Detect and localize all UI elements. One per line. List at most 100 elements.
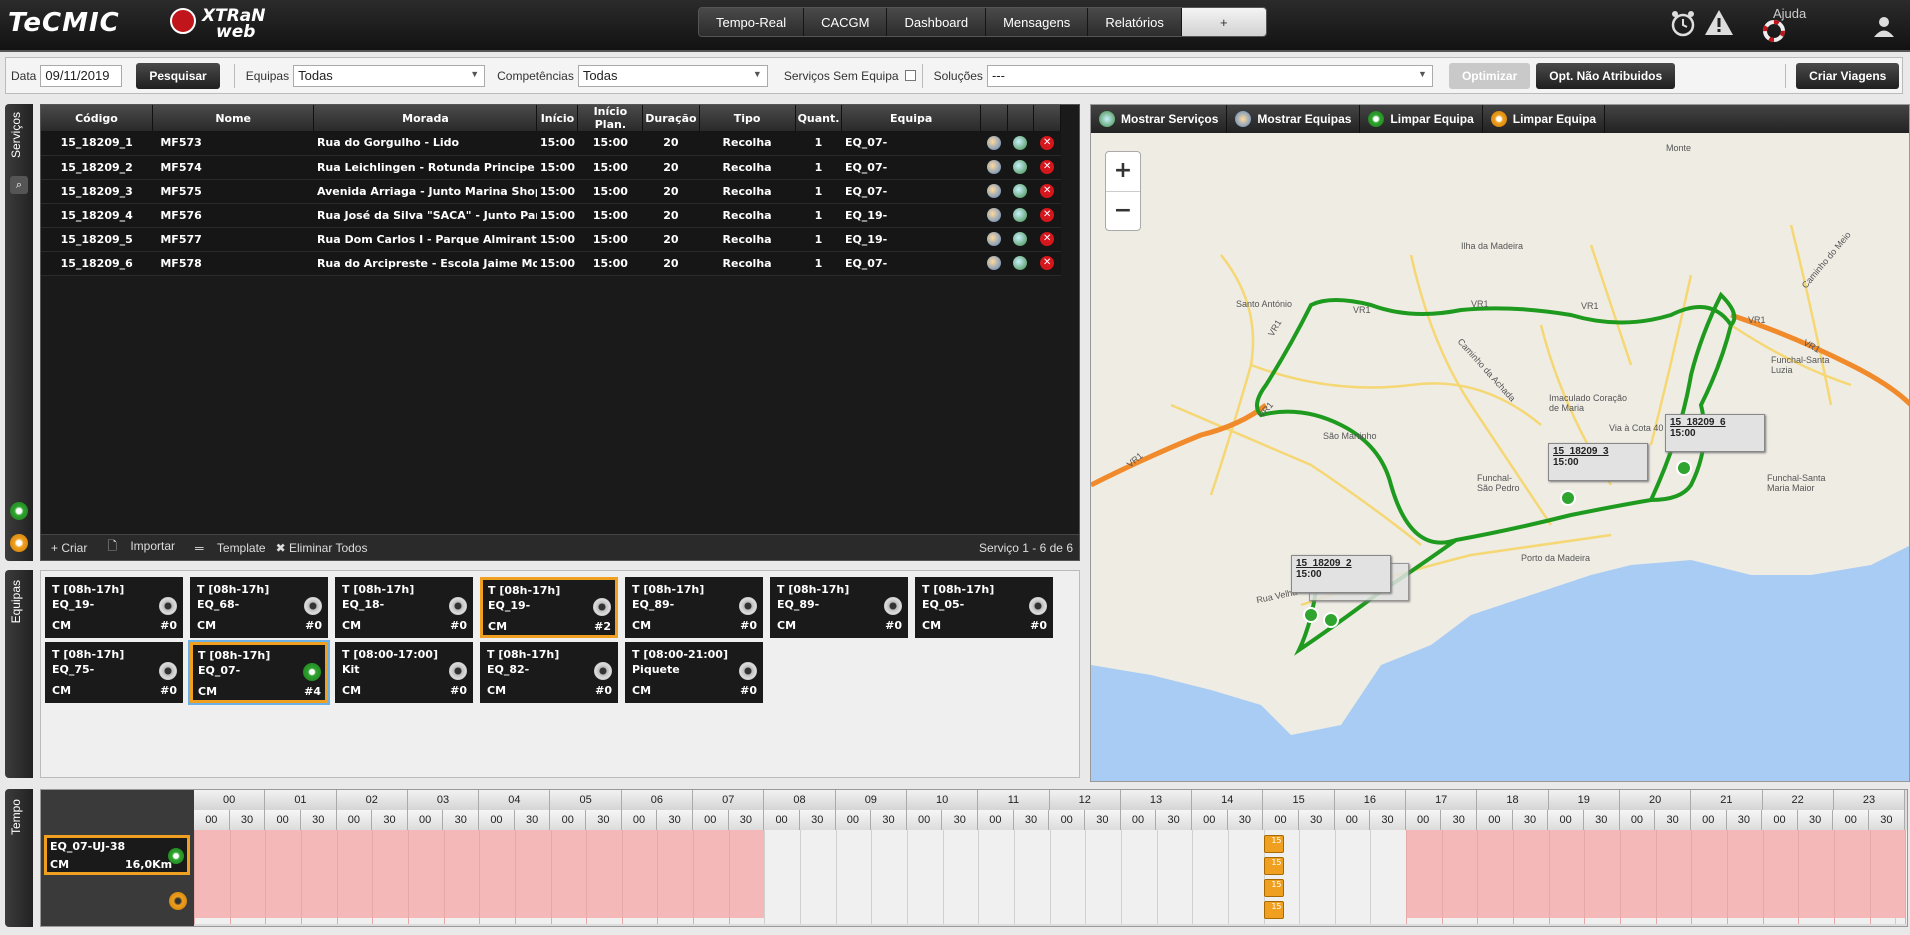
team-disc-icon[interactable]: [304, 597, 322, 615]
assign-team-icon[interactable]: [986, 160, 1001, 174]
orange-team-icon[interactable]: [169, 892, 187, 910]
team-disc-icon[interactable]: [303, 663, 321, 681]
delete-icon[interactable]: ✕: [1040, 160, 1055, 174]
delete-icon[interactable]: ✕: [1040, 256, 1055, 270]
assign-team-icon[interactable]: [986, 256, 1001, 270]
table-row[interactable]: 15_18209_1 MF573 Rua do Gorgulho - Lido 15:…: [41, 131, 1061, 156]
team-disc-icon[interactable]: [449, 662, 467, 680]
team-disc-icon[interactable]: [884, 597, 902, 615]
nav-tempo-real[interactable]: Tempo-Real: [699, 8, 805, 36]
col-equipa[interactable]: Equipa: [841, 105, 981, 131]
team-disc-icon[interactable]: [449, 597, 467, 615]
map-marker[interactable]: [1303, 607, 1319, 623]
locate-on-map-icon[interactable]: [1013, 184, 1028, 198]
clear-orange-team-button[interactable]: Limpar Equipa: [1483, 105, 1606, 133]
green-team-icon[interactable]: [10, 502, 28, 520]
team-disc-icon[interactable]: [593, 598, 611, 616]
optimize-button[interactable]: Optimizar: [1448, 62, 1531, 89]
col-inicio[interactable]: Início: [536, 105, 579, 131]
timeline-service[interactable]: 15: [1263, 901, 1284, 919]
delete-icon[interactable]: ✕: [1040, 135, 1055, 150]
map-marker-label[interactable]: 15_18209_3 15:00: [1548, 443, 1648, 481]
col-quant[interactable]: Quant.: [795, 105, 843, 131]
alarm-clock-icon[interactable]: [1668, 8, 1698, 38]
timeline-service[interactable]: 15: [1263, 879, 1284, 897]
team-card[interactable]: T [08h-17h] EQ_89- CM #0: [770, 577, 908, 638]
services-side-tab[interactable]: Serviços ⌕: [5, 104, 33, 561]
teams-side-tab[interactable]: Equipas: [5, 570, 33, 778]
warning-icon[interactable]: [1704, 8, 1734, 38]
locate-on-map-icon[interactable]: [1013, 135, 1028, 150]
col-tipo[interactable]: Tipo: [699, 105, 796, 131]
create-trips-button[interactable]: Criar Viagens: [1796, 62, 1900, 89]
create-service-button[interactable]: + Criar: [51, 541, 87, 555]
team-card[interactable]: T [08h-17h] EQ_05- CM #0: [915, 577, 1053, 638]
table-row[interactable]: 15_18209_4 MF576 Rua José da Silva "SACA" …: [41, 203, 1061, 228]
col-nome[interactable]: Nome: [152, 105, 315, 131]
delete-icon[interactable]: ✕: [1040, 208, 1055, 222]
time-side-tab[interactable]: Tempo: [5, 789, 33, 927]
timeline-team-card[interactable]: EQ_07-UJ-38 CM 16,0Km: [44, 835, 190, 875]
col-morada[interactable]: Morada: [313, 105, 538, 131]
solutions-select[interactable]: --- ▼: [986, 64, 1433, 87]
locate-on-map-icon[interactable]: [1013, 208, 1028, 222]
locate-on-map-icon[interactable]: [1013, 256, 1028, 270]
team-disc-icon[interactable]: [159, 662, 177, 680]
team-card[interactable]: T [08:00-17:00] Kit CM #0: [335, 642, 473, 703]
team-card[interactable]: T [08h-17h] EQ_75- CM #0: [45, 642, 183, 703]
assign-team-icon[interactable]: [986, 232, 1001, 246]
nav-plus[interactable]: +: [1181, 8, 1266, 36]
user-icon[interactable]: [1872, 14, 1896, 38]
assign-team-icon[interactable]: [986, 208, 1001, 222]
search-button[interactable]: Pesquisar: [136, 62, 220, 89]
delete-icon[interactable]: ✕: [1040, 184, 1055, 198]
table-row[interactable]: 15_18209_5 MF577 Rua Dom Carlos I - Parque…: [41, 227, 1061, 252]
map-marker-label[interactable]: 15_18209_6 15:00: [1665, 414, 1765, 452]
col-codigo[interactable]: Código: [41, 105, 153, 131]
zoom-in-button[interactable]: +: [1106, 152, 1140, 192]
delete-all-button[interactable]: ✖ Eliminar Todos: [276, 541, 368, 555]
team-card[interactable]: T [08h-17h] EQ_18- CM #0: [335, 577, 473, 638]
map-panel[interactable]: Mostrar Serviços Mostrar Equipas Limpar …: [1090, 104, 1910, 782]
table-row[interactable]: 15_18209_3 MF575 Avenida Arriaga - Junto M…: [41, 179, 1061, 204]
timeline-service[interactable]: 15: [1263, 835, 1284, 853]
skills-select[interactable]: Todas ▼: [577, 64, 768, 87]
clear-green-team-button[interactable]: Limpar Equipa: [1360, 105, 1483, 133]
timeline-service[interactable]: 15: [1263, 857, 1284, 875]
no-team-checkbox[interactable]: [904, 70, 916, 81]
locate-on-map-icon[interactable]: [1013, 232, 1028, 246]
nav-relatorios[interactable]: Relatórios: [1088, 8, 1182, 36]
optimize-unassigned-button[interactable]: Opt. Não Atribuidos: [1536, 62, 1676, 89]
show-teams-button[interactable]: Mostrar Equipas: [1227, 105, 1361, 133]
show-services-button[interactable]: Mostrar Serviços: [1091, 105, 1228, 133]
col-duracao[interactable]: Duração: [642, 105, 700, 131]
team-card[interactable]: T [08h-17h] EQ_07- CM #4: [190, 642, 328, 703]
import-button[interactable]: 🗋 Importar: [97, 537, 175, 558]
teams-select[interactable]: Todas ▼: [293, 64, 486, 87]
nav-cacgm[interactable]: CACGM: [804, 8, 888, 36]
template-button[interactable]: ═ Template: [185, 541, 266, 555]
map-canvas[interactable]: [1091, 105, 1910, 782]
team-card[interactable]: T [08h-17h] EQ_89- CM #0: [625, 577, 763, 638]
map-marker[interactable]: [1676, 460, 1692, 476]
date-input[interactable]: 09/11/2019: [40, 64, 123, 87]
nav-dashboard[interactable]: Dashboard: [887, 8, 987, 36]
team-card[interactable]: T [08h-17h] EQ_68- CM #0: [190, 577, 328, 638]
assign-team-icon[interactable]: [986, 184, 1001, 198]
map-marker[interactable]: [1323, 612, 1339, 628]
team-card[interactable]: T [08:00-21:00] Piquete CM #0: [625, 642, 763, 703]
team-disc-icon[interactable]: [739, 662, 757, 680]
assign-team-icon[interactable]: [986, 135, 1001, 150]
team-disc-icon[interactable]: [159, 597, 177, 615]
delete-icon[interactable]: ✕: [1040, 232, 1055, 246]
team-card[interactable]: T [08h-17h] EQ_19- CM #0: [45, 577, 183, 638]
team-disc-icon[interactable]: [1029, 597, 1047, 615]
map-marker-label[interactable]: 15_18209_2 15:00: [1291, 555, 1391, 593]
locate-on-map-icon[interactable]: [1013, 160, 1028, 174]
team-card[interactable]: T [08h-17h] EQ_19- CM #2: [480, 577, 618, 638]
search-icon[interactable]: ⌕: [10, 176, 28, 194]
map-marker[interactable]: [1560, 490, 1576, 506]
table-row[interactable]: 15_18209_2 MF574 Rua Leichlingen - Rotunda…: [41, 155, 1061, 180]
nav-mensagens[interactable]: Mensagens: [986, 8, 1089, 36]
help-label[interactable]: Ajuda: [1773, 6, 1806, 21]
